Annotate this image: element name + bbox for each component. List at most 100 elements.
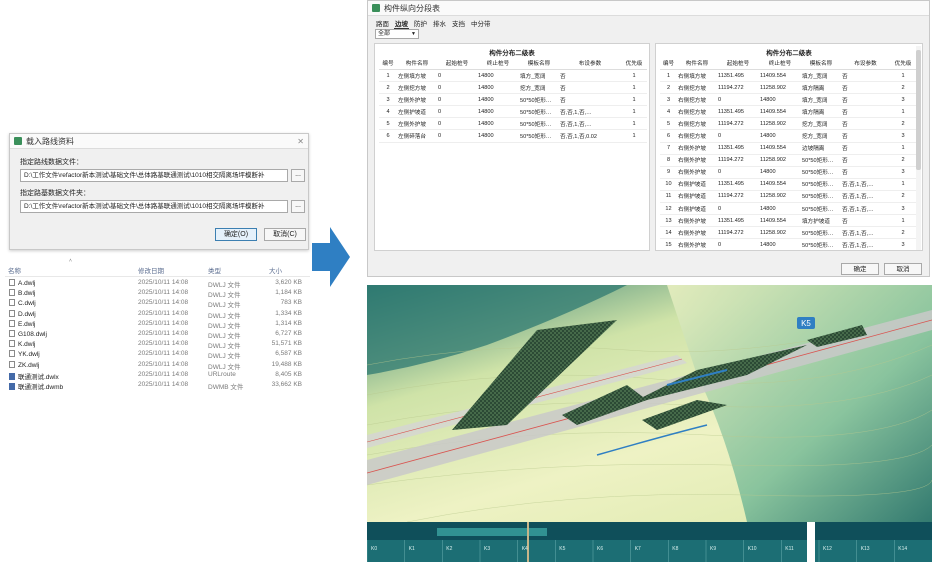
timeline-label: K9 [710,546,716,552]
column-size-header[interactable]: 大小 [269,265,282,275]
subgrade-folder-input[interactable]: D:\工作文件\refactor新本测试\基础文件\总体路基联通测试\1010相… [20,200,288,213]
station-timeline[interactable]: K0 K1 K2 K3 K4 K5 K6 K7 K8 K9 K10 K11 K12 K13 K14 [367,522,932,562]
file-row[interactable]: YK.dwlj 2025/10/11 14:08 DWLJ 文件 6,587 KB [5,349,310,360]
filter-select[interactable]: 全部 ▼ [375,29,419,39]
right-column-header[interactable]: 起始桩号 [717,56,759,70]
table-cell: 否 [841,142,890,155]
table-row[interactable]: 3 左侧外护坡 0 14800 50*50矩形… 否 1 [379,93,647,107]
table-row[interactable]: 1 右侧填方坡 11351.495 11409.554 填方_宽阔否 1 [660,69,916,83]
column-name-header[interactable]: 名称 [8,265,21,275]
file-row[interactable]: C.dwlj 2025/10/11 14:08 DWLJ 文件 783 KB [5,298,310,309]
table-row[interactable]: 6 左侧碎落台 0 14800 50*50矩形… 否,否,1,否,0.02 1 [379,129,647,143]
route-file-input[interactable]: D:\工作文件\refactor新本测试\基础文件\总体路基联通测试\1010相… [20,169,288,182]
file-row[interactable]: 联通测试.dwlx 2025/10/11 14:08 URLroute 8,405 K… [5,370,310,381]
column-modified-header[interactable]: 修改日期 [138,265,164,275]
table-cell: 2 [660,81,677,95]
table-cell: 1 [890,214,916,228]
left-column-header[interactable]: 编号 [379,56,397,70]
file-row[interactable]: A.dwlj 2025/10/11 14:08 DWLJ 文件 3,620 KB [5,278,310,289]
table-cell: 14800 [477,81,519,95]
table-row[interactable]: 10 右侧护坡道 11351.495 11409.554 50*50矩形… 否,否,1,否… [660,178,916,191]
left-column-header[interactable]: 布设参数 [559,56,621,70]
table-cell: 右侧外护坡 [677,142,717,155]
timeline-cursor[interactable] [527,522,529,562]
ok-button[interactable]: 确定(O) [215,228,257,241]
table-row[interactable]: 2 左侧挖方坡 0 14800 挖方_宽阔否 1 [379,81,647,95]
left-column-header[interactable]: 优先级 [621,56,647,70]
timeline-label: K7 [635,546,641,552]
table-cell: 11409.554 [759,105,801,119]
right-column-header[interactable]: 编号 [660,56,677,70]
table-row[interactable]: 4 左侧护坡道 0 14800 50*50矩形… 否,否,1,否,… 1 [379,105,647,119]
table-row[interactable]: 7 右侧外护坡 11351.495 11409.554 边坡隔离否 1 [660,142,916,155]
right-column-header[interactable]: 终止桩号 [759,56,801,70]
table-cell: 50*50矩形… [519,129,559,143]
file-name: K.dwlj [18,341,36,349]
left-side-table: 编号 构件名称 起始桩号 终止桩号 模板名称 布设参数 优先级 1 左侧填方坡 0 14800 填方… [379,56,647,143]
table-row[interactable]: 5 右侧挖方坡 11194.272 11258.902 挖方_宽阔否 2 [660,117,916,131]
file-row[interactable]: B.dwlj 2025/10/11 14:08 DWLJ 文件 1,184 KB [5,288,310,299]
table-cell: 1 [621,69,647,83]
tab-5[interactable]: 中分带 [470,18,492,29]
window-cancel-button[interactable]: 取消 [884,263,922,275]
cancel-button[interactable]: 取消(C) [264,228,306,241]
table-cell: 右侧外护坡 [677,226,717,240]
timeline-label: K13 [861,546,870,552]
table-row[interactable]: 4 右侧挖方坡 11351.495 11409.554 填方隔离否 1 [660,105,916,119]
route-file-browse-button[interactable]: ... [291,169,305,182]
table-cell: 否 [559,93,621,107]
table-row[interactable]: 11 右侧护坡道 11194.272 11258.902 50*50矩形… 否,否,1,否… [660,190,916,204]
left-column-header[interactable]: 模板名称 [519,56,559,70]
table-row[interactable]: 3 右侧挖方坡 0 14800 填方_宽阔否 3 [660,93,916,107]
right-column-header[interactable]: 构件名称 [677,56,717,70]
table-row[interactable]: 1 左侧填方坡 0 14800 填方_宽阔否 1 [379,69,647,83]
left-column-header[interactable]: 起始桩号 [437,56,477,70]
table-row[interactable]: 14 右侧外护坡 11194.272 11258.902 50*50矩形… 否,否,1,否… [660,226,916,240]
left-column-header[interactable]: 终止桩号 [477,56,519,70]
table-row[interactable]: 6 右侧挖方坡 0 14800 挖方_宽阔否 3 [660,129,916,143]
file-name: ZK.dwlj [18,361,40,369]
table-row[interactable]: 8 右侧外护坡 11194.272 11258.902 50*50矩形… 否 2 [660,154,916,167]
file-row[interactable]: E.dwlj 2025/10/11 14:08 DWLJ 文件 1,314 KB [5,319,310,330]
column-type-header[interactable]: 类型 [208,265,221,275]
file-row[interactable]: D.dwlj 2025/10/11 14:08 DWLJ 文件 1,334 KB [5,309,310,320]
table-row[interactable]: 2 右侧挖方坡 11194.272 11258.902 填方隔离否 2 [660,81,916,95]
table-cell: 否 [841,69,890,83]
tab-1[interactable]: 边坡 [394,18,409,29]
left-column-header[interactable]: 构件名称 [397,56,437,70]
file-row[interactable]: K.dwlj 2025/10/11 14:08 DWLJ 文件 51,571 KB [5,339,310,350]
tab-4[interactable]: 支挡 [451,18,466,29]
table-cell: 挖方_宽阔 [519,81,559,95]
table-cell: 14800 [477,105,519,119]
table-row[interactable]: 5 左侧外护坡 0 14800 50*50矩形… 否,否,1,否,… 1 [379,117,647,131]
table-cell: 11194.272 [717,154,759,167]
table-row[interactable]: 13 右侧外护坡 11351.495 11409.554 填方护坡道否 1 [660,214,916,228]
table-cell: 3 [890,166,916,179]
subgrade-folder-browse-button[interactable]: ... [291,200,305,213]
right-column-header[interactable]: 模板名称 [801,56,841,70]
table-row[interactable]: 12 右侧护坡道 0 14800 50*50矩形… 否,否,1,否,… 3 [660,202,916,216]
file-size: 1,314 KB [275,319,302,327]
table-cell: 3 [890,238,916,250]
file-row[interactable]: 联通测试.dwmb 2025/10/11 14:08 DWMB 文件 33,662 K… [5,380,310,391]
close-icon[interactable]: ✕ [297,137,304,146]
table-row[interactable]: 9 右侧外护坡 0 14800 50*50矩形… 否 3 [660,166,916,179]
flow-arrow-icon [312,227,350,287]
file-modified: 2025/10/11 14:08 [138,299,189,307]
tab-0[interactable]: 路面 [375,18,390,29]
right-table-scrollbar[interactable] [916,46,921,250]
right-column-header[interactable]: 优先级 [890,56,916,70]
table-cell: 11409.554 [759,178,801,191]
scrollbar-thumb[interactable] [916,50,921,170]
table-cell: 1 [621,105,647,119]
window-ok-button[interactable]: 确定 [841,263,879,275]
file-row[interactable]: ZK.dwlj 2025/10/11 14:08 DWLJ 文件 19,488 KB [5,360,310,371]
table-row[interactable]: 15 右侧外护坡 0 14800 50*50矩形… 否,否,1,否,… 3 [660,238,916,250]
tab-3[interactable]: 排水 [432,18,447,29]
table-cell: 1 [890,142,916,155]
tab-2[interactable]: 防护 [413,18,428,29]
terrain-3d-view[interactable]: K5 [367,285,932,522]
right-column-header[interactable]: 布设参数 [841,56,890,70]
table-cell: 6 [379,129,397,143]
file-row[interactable]: G108.dwlj 2025/10/11 14:08 DWLJ 文件 6,727 KB [5,329,310,340]
